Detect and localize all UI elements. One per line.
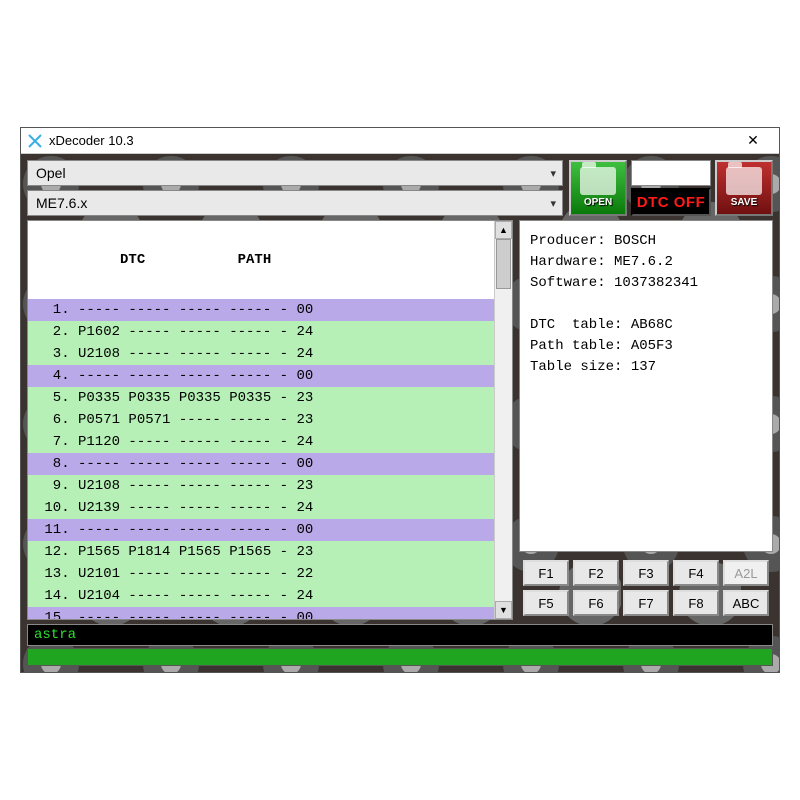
app-icon — [27, 133, 43, 149]
dtc-list[interactable]: DTC PATH 1. ----- ----- ----- ----- - 00… — [28, 221, 494, 619]
fkey-f3[interactable]: F3 — [623, 560, 669, 586]
scroll-down-arrow-icon[interactable]: ▼ — [495, 601, 512, 619]
save-button-label: SAVE — [731, 197, 758, 208]
folder-open-icon — [580, 167, 616, 195]
blank-indicator — [631, 160, 711, 186]
dtc-row[interactable]: 2. P1602 ----- ----- ----- - 24 — [28, 321, 494, 343]
info-hardware: ME7.6.2 — [614, 254, 673, 270]
dtc-scrollbar[interactable]: ▲ ▼ — [494, 221, 512, 619]
fkey-a2l: A2L — [723, 560, 769, 586]
dtc-off-button[interactable]: DTC OFF — [631, 188, 711, 216]
dtc-row[interactable]: 4. ----- ----- ----- ----- - 00 — [28, 365, 494, 387]
f-keys-grid: F1F2F3F4A2L F5F6F7F8ABC — [519, 556, 773, 620]
top-row: Opel ▾ ME7.6.x ▾ OPEN DTC OFF — [27, 160, 773, 216]
info-table-size-label: Table size: — [530, 359, 622, 375]
fkey-f2[interactable]: F2 — [573, 560, 619, 586]
dtc-row[interactable]: 13. U2101 ----- ----- ----- - 22 — [28, 563, 494, 585]
dtc-row[interactable]: 11. ----- ----- ----- ----- - 00 — [28, 519, 494, 541]
fkey-f7[interactable]: F7 — [623, 590, 669, 616]
dtc-row[interactable]: 8. ----- ----- ----- ----- - 00 — [28, 453, 494, 475]
info-path-table-label: Path table: — [530, 338, 622, 354]
save-button[interactable]: SAVE — [715, 160, 773, 216]
info-dtc-table: AB68C — [631, 317, 673, 333]
chevron-down-icon: ▾ — [550, 167, 556, 180]
scroll-track[interactable] — [495, 239, 512, 601]
fkey-f5[interactable]: F5 — [523, 590, 569, 616]
dtc-row[interactable]: 6. P0571 P0571 ----- ----- - 23 — [28, 409, 494, 431]
status-row: astra — [27, 624, 773, 666]
make-select-value: Opel — [36, 165, 66, 181]
info-path-table: A05F3 — [631, 338, 673, 354]
dtc-row[interactable]: 5. P0335 P0335 P0335 P0335 - 23 — [28, 387, 494, 409]
main-row: DTC PATH 1. ----- ----- ----- ----- - 00… — [27, 220, 773, 620]
ecu-select-value: ME7.6.x — [36, 195, 87, 211]
info-software: 1037382341 — [614, 275, 698, 291]
info-dtc-table-label: DTC table: — [530, 317, 622, 333]
scroll-thumb[interactable] — [496, 239, 511, 289]
fkey-f4[interactable]: F4 — [673, 560, 719, 586]
dtc-row[interactable]: 15. ----- ----- ----- ----- - 00 — [28, 607, 494, 619]
dtc-row[interactable]: 10. U2139 ----- ----- ----- - 24 — [28, 497, 494, 519]
dtc-row[interactable]: 3. U2108 ----- ----- ----- - 24 — [28, 343, 494, 365]
status-text: astra — [27, 624, 773, 646]
window-title: xDecoder 10.3 — [49, 133, 733, 148]
fkey-f1[interactable]: F1 — [523, 560, 569, 586]
dtc-row[interactable]: 1. ----- ----- ----- ----- - 00 — [28, 299, 494, 321]
close-button[interactable]: ✕ — [733, 130, 773, 152]
dtc-row[interactable]: 12. P1565 P1814 P1565 P1565 - 23 — [28, 541, 494, 563]
dtc-list-header: DTC PATH — [28, 249, 494, 271]
dtc-panel: DTC PATH 1. ----- ----- ----- ----- - 00… — [27, 220, 513, 620]
progress-bar — [27, 648, 773, 666]
ecu-select[interactable]: ME7.6.x ▾ — [27, 190, 563, 216]
selects-column: Opel ▾ ME7.6.x ▾ — [27, 160, 563, 216]
info-producer: BOSCH — [614, 233, 656, 249]
fkey-f6[interactable]: F6 — [573, 590, 619, 616]
right-column: Producer: BOSCH Hardware: ME7.6.2 Softwa… — [519, 220, 773, 620]
dtc-row[interactable]: 9. U2108 ----- ----- ----- - 23 — [28, 475, 494, 497]
dtc-row[interactable]: 14. U2104 ----- ----- ----- - 24 — [28, 585, 494, 607]
info-box: Producer: BOSCH Hardware: ME7.6.2 Softwa… — [519, 220, 773, 552]
folder-save-icon — [726, 167, 762, 195]
scroll-up-arrow-icon[interactable]: ▲ — [495, 221, 512, 239]
open-button[interactable]: OPEN — [569, 160, 627, 216]
big-buttons: OPEN DTC OFF SAVE — [569, 160, 773, 216]
info-table-size: 137 — [631, 359, 656, 375]
fkey-f8[interactable]: F8 — [673, 590, 719, 616]
info-hardware-label: Hardware: — [530, 254, 606, 270]
info-software-label: Software: — [530, 275, 606, 291]
mid-button-column: DTC OFF — [631, 160, 711, 216]
make-select[interactable]: Opel ▾ — [27, 160, 563, 186]
app-window: xDecoder 10.3 ✕ Opel ▾ ME7.6.x ▾ OPEN — [20, 127, 780, 673]
titlebar: xDecoder 10.3 ✕ — [21, 128, 779, 154]
dtc-off-label: DTC OFF — [637, 194, 706, 211]
close-icon: ✕ — [747, 132, 759, 149]
chevron-down-icon: ▾ — [550, 197, 556, 210]
open-button-label: OPEN — [584, 197, 612, 208]
dtc-row[interactable]: 7. P1120 ----- ----- ----- - 24 — [28, 431, 494, 453]
info-producer-label: Producer: — [530, 233, 606, 249]
content-area: Opel ▾ ME7.6.x ▾ OPEN DTC OFF — [21, 154, 779, 672]
fkey-abc[interactable]: ABC — [723, 590, 769, 616]
